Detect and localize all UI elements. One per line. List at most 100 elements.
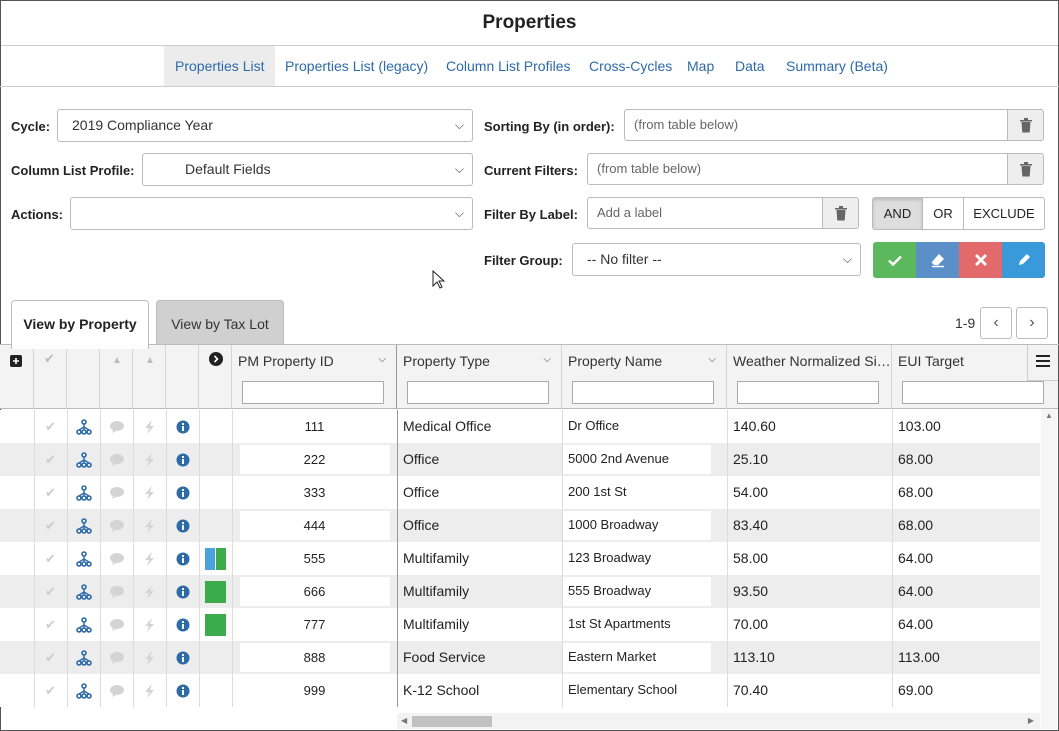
row-select-checkbox[interactable]: ✔ bbox=[34, 476, 67, 509]
row-detail-button[interactable] bbox=[67, 542, 100, 575]
row-detail-button[interactable] bbox=[67, 608, 100, 641]
row-meters-button[interactable] bbox=[133, 443, 166, 476]
scroll-up-icon[interactable]: ▲ bbox=[1045, 411, 1053, 420]
row-info-button[interactable] bbox=[166, 674, 199, 707]
row-notes-button[interactable] bbox=[100, 509, 133, 542]
row-select-checkbox[interactable]: ✔ bbox=[34, 674, 67, 707]
logic-or-button[interactable]: OR bbox=[922, 197, 964, 230]
table-row[interactable]: ✔ 777 Multifamily 1st St Apartments 70.00 64.… bbox=[0, 608, 1040, 641]
row-meters-button[interactable] bbox=[133, 608, 166, 641]
row-notes-button[interactable] bbox=[100, 443, 133, 476]
header-property-name[interactable]: Property Name ⌵ bbox=[562, 345, 727, 409]
table-row[interactable]: ✔ 555 Multifamily 123 Broadway 58.00 64.00 bbox=[0, 542, 1040, 575]
row-detail-button[interactable] bbox=[67, 443, 100, 476]
row-select-checkbox[interactable]: ✔ bbox=[34, 410, 67, 443]
header-weather-normalized[interactable]: Weather Normalized Si… bbox=[727, 345, 892, 409]
row-detail-button[interactable] bbox=[67, 575, 100, 608]
header-pm-property-id[interactable]: PM Property ID ⌵ bbox=[232, 345, 397, 409]
cycle-select[interactable]: 2019 Compliance Year ⌵ bbox=[57, 109, 473, 142]
horizontal-scrollbar[interactable]: ◀ ▶ bbox=[397, 713, 1040, 729]
header-select-all[interactable]: ✔ bbox=[34, 345, 67, 409]
logic-exclude-button[interactable]: EXCLUDE bbox=[963, 197, 1045, 230]
row-info-button[interactable] bbox=[166, 542, 199, 575]
table-row[interactable]: ✔ 222 Office 5000 2nd Avenue 25.10 68.00 bbox=[0, 443, 1040, 476]
row-info-button[interactable] bbox=[166, 575, 199, 608]
row-meters-button[interactable] bbox=[133, 410, 166, 443]
row-notes-button[interactable] bbox=[100, 641, 133, 674]
row-select-checkbox[interactable]: ✔ bbox=[34, 542, 67, 575]
row-select-checkbox[interactable]: ✔ bbox=[34, 608, 67, 641]
row-detail-button[interactable] bbox=[67, 410, 100, 443]
filter-property-type[interactable] bbox=[407, 381, 549, 404]
row-info-button[interactable] bbox=[166, 509, 199, 542]
scroll-right-icon[interactable]: ▶ bbox=[1028, 716, 1034, 725]
tab-view-by-tax-lot[interactable]: View by Tax Lot bbox=[156, 300, 284, 348]
row-detail-button[interactable] bbox=[67, 674, 100, 707]
table-row[interactable]: ✔ 888 Food Service Eastern Market 113.10 113.… bbox=[0, 641, 1040, 674]
actions-select[interactable]: ⌵ bbox=[70, 197, 473, 230]
row-meters-button[interactable] bbox=[133, 674, 166, 707]
row-info-button[interactable] bbox=[166, 443, 199, 476]
column-menu-button[interactable] bbox=[1027, 345, 1058, 381]
row-notes-button[interactable] bbox=[100, 542, 133, 575]
tab-cross-cycles[interactable]: Cross-Cycles bbox=[578, 46, 683, 86]
apply-filter-group-button[interactable] bbox=[873, 242, 916, 278]
clear-filter-group-button[interactable] bbox=[916, 242, 959, 278]
vertical-scrollbar[interactable]: ▲ bbox=[1041, 409, 1057, 729]
prev-page-button[interactable]: ‹ bbox=[980, 307, 1012, 339]
table-row[interactable]: ✔ 444 Office 1000 Broadway 83.40 68.00 bbox=[0, 509, 1040, 542]
logic-and-button[interactable]: AND bbox=[872, 197, 923, 230]
row-info-button[interactable] bbox=[166, 476, 199, 509]
label-input[interactable]: Add a label bbox=[587, 197, 823, 229]
row-detail-button[interactable] bbox=[67, 476, 100, 509]
edit-filter-group-button[interactable] bbox=[1002, 242, 1045, 278]
tab-map[interactable]: Map bbox=[676, 46, 725, 86]
row-detail-button[interactable] bbox=[67, 509, 100, 542]
row-info-button[interactable] bbox=[166, 410, 199, 443]
scroll-left-icon[interactable]: ◀ bbox=[401, 716, 407, 725]
row-meters-button[interactable] bbox=[133, 476, 166, 509]
row-notes-button[interactable] bbox=[100, 410, 133, 443]
column-profile-select[interactable]: Default Fields ⌵ bbox=[142, 153, 473, 186]
row-info-button[interactable] bbox=[166, 641, 199, 674]
row-notes-button[interactable] bbox=[100, 476, 133, 509]
filter-eui-target[interactable] bbox=[902, 381, 1044, 404]
header-property-type[interactable]: Property Type ⌵ bbox=[397, 345, 562, 409]
table-row[interactable]: ✔ 111 Medical Office Dr Office 140.60 103.00 bbox=[0, 410, 1040, 443]
tab-data[interactable]: Data bbox=[724, 46, 776, 86]
row-select-checkbox[interactable]: ✔ bbox=[34, 509, 67, 542]
clear-labels-button[interactable] bbox=[823, 197, 859, 229]
header-eui-target[interactable]: EUI Target bbox=[892, 345, 1044, 409]
row-meters-button[interactable] bbox=[133, 641, 166, 674]
tab-view-by-property[interactable]: View by Property bbox=[11, 300, 149, 349]
row-select-checkbox[interactable]: ✔ bbox=[34, 641, 67, 674]
filter-property-name[interactable] bbox=[572, 381, 714, 404]
clear-filters-button[interactable] bbox=[1008, 153, 1044, 185]
delete-filter-group-button[interactable] bbox=[959, 242, 1002, 278]
clear-sorting-button[interactable] bbox=[1008, 109, 1044, 141]
tab-properties-list[interactable]: Properties List bbox=[164, 46, 276, 86]
row-select-checkbox[interactable]: ✔ bbox=[34, 443, 67, 476]
row-detail-button[interactable] bbox=[67, 641, 100, 674]
table-row[interactable]: ✔ 333 Office 200 1st St 54.00 68.00 bbox=[0, 476, 1040, 509]
sorting-field[interactable]: (from table below) bbox=[624, 109, 1008, 141]
row-notes-button[interactable] bbox=[100, 575, 133, 608]
row-meters-button[interactable] bbox=[133, 509, 166, 542]
next-page-button[interactable]: › bbox=[1016, 307, 1048, 339]
current-filters-field[interactable]: (from table below) bbox=[587, 153, 1008, 185]
tab-summary-beta[interactable]: Summary (Beta) bbox=[775, 46, 899, 86]
header-labels[interactable] bbox=[199, 345, 232, 409]
filter-weather-normalized[interactable] bbox=[737, 381, 879, 404]
row-info-button[interactable] bbox=[166, 608, 199, 641]
row-meters-button[interactable] bbox=[133, 575, 166, 608]
row-meters-button[interactable] bbox=[133, 542, 166, 575]
table-row[interactable]: ✔ 999 K-12 School Elementary School 70.40 69.… bbox=[0, 674, 1040, 707]
scrollbar-thumb[interactable] bbox=[412, 716, 492, 727]
tab-properties-list-legacy[interactable]: Properties List (legacy) bbox=[274, 46, 439, 86]
table-row[interactable]: ✔ 666 Multifamily 555 Broadway 93.50 64.00 bbox=[0, 575, 1040, 608]
row-notes-button[interactable] bbox=[100, 674, 133, 707]
tab-column-list-profiles[interactable]: Column List Profiles bbox=[435, 46, 582, 86]
row-select-checkbox[interactable]: ✔ bbox=[34, 575, 67, 608]
filter-pm-property-id[interactable] bbox=[242, 381, 384, 404]
row-notes-button[interactable] bbox=[100, 608, 133, 641]
